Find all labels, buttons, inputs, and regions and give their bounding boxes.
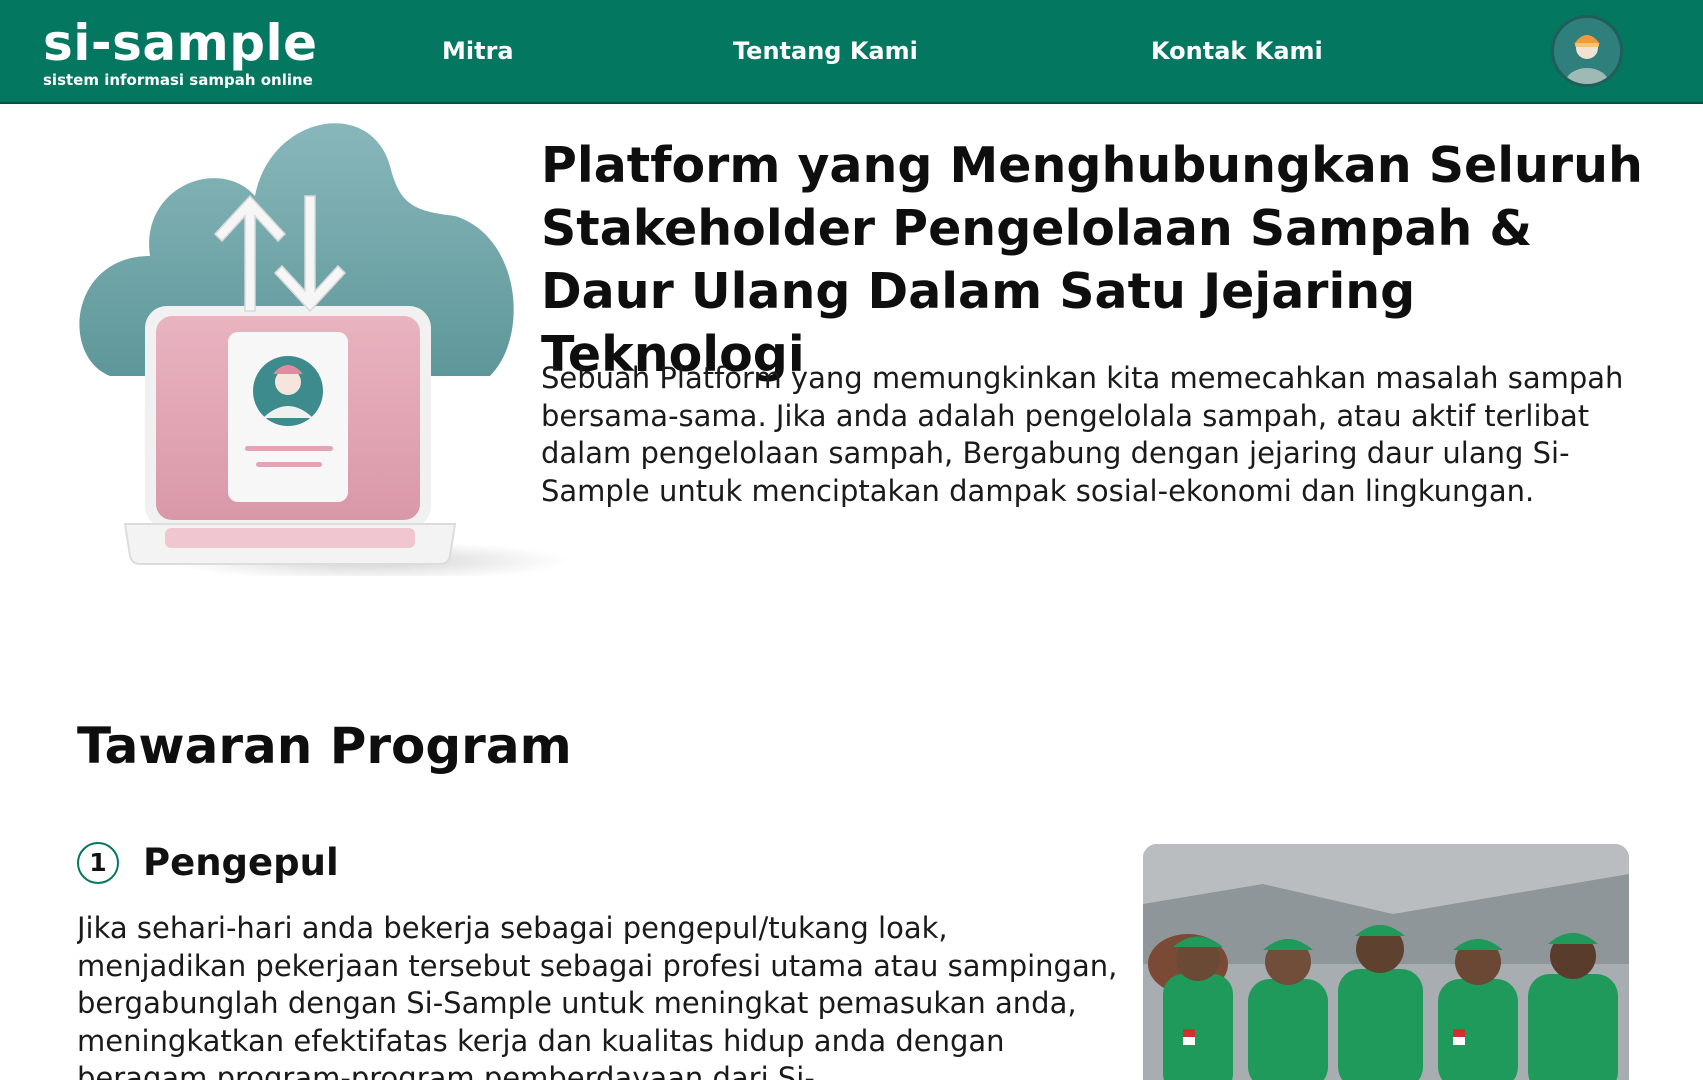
section-title-tawaran-program: Tawaran Program: [77, 717, 572, 775]
program-description-pengepul: Jika sehari-hari anda bekerja sebagai pe…: [77, 911, 1118, 1080]
program-title-pengepul: Pengepul: [143, 841, 339, 884]
cloud-laptop-sync-icon: [79, 123, 570, 576]
user-avatar-button[interactable]: [1551, 15, 1623, 87]
nav-link-tentang-kami[interactable]: Tentang Kami: [733, 34, 918, 68]
hero-description: Sebuah Platform yang memungkinkan kita m…: [541, 361, 1624, 508]
nav-link-mitra[interactable]: Mitra: [442, 34, 514, 68]
top-navbar: si-sample sistem informasi sampah online…: [0, 0, 1703, 104]
collectors-group-photo: [1143, 844, 1629, 1080]
program-number-badge: 1: [77, 842, 119, 884]
nav-link-kontak-kami[interactable]: Kontak Kami: [1151, 34, 1323, 68]
brand-name: si-sample: [43, 14, 318, 72]
brand-tagline: sistem informasi sampah online: [43, 71, 313, 89]
brand-logo[interactable]: si-sample sistem informasi sampah online: [43, 14, 318, 89]
hero-title: Platform yang Menghubungkan Seluruh Stak…: [541, 137, 1643, 383]
user-avatar-icon: [1554, 18, 1620, 84]
